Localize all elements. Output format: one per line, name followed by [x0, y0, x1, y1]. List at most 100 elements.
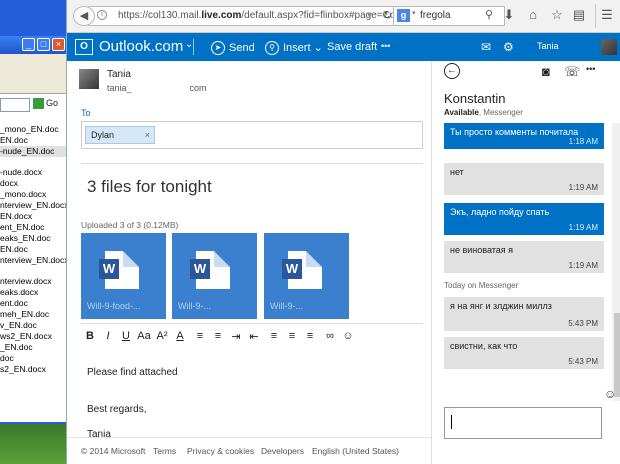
- explorer-address-field[interactable]: [0, 98, 30, 112]
- messaging-icon[interactable]: ✉: [481, 40, 491, 54]
- file-item[interactable]: eaks_EN.doc: [0, 233, 66, 244]
- sender-name: Tania: [107, 69, 131, 80]
- outlook-logo-icon[interactable]: O: [75, 39, 93, 55]
- to-field[interactable]: Dylan ×: [81, 121, 423, 149]
- minimize-icon[interactable]: _: [22, 38, 35, 51]
- message-bubble: Ты просто комменты почитала 1:18 AM: [444, 123, 604, 149]
- align-right-button[interactable]: ≡: [301, 330, 319, 342]
- file-item[interactable]: docx: [0, 178, 66, 189]
- indent-button[interactable]: ⇥: [227, 330, 245, 343]
- file-item[interactable]: meh_EN.doc: [0, 309, 66, 320]
- gear-icon[interactable]: ⚙: [503, 40, 514, 54]
- attachment-name: Will-9-...: [178, 301, 211, 311]
- body-line[interactable]: Please find attached: [87, 367, 178, 378]
- file-item[interactable]: _EN.doc: [0, 342, 66, 353]
- url-prefix: https://col130.mail.: [118, 10, 202, 21]
- privacy-link[interactable]: Privacy & cookies: [187, 446, 254, 456]
- google-icon[interactable]: g: [397, 9, 410, 22]
- file-item[interactable]: s2_EN.docx: [0, 364, 66, 375]
- reading-list-icon[interactable]: ▤: [571, 7, 587, 23]
- go-arrow-icon: [33, 98, 44, 110]
- more-options-icon[interactable]: •••: [586, 64, 595, 74]
- superscript-button[interactable]: A²: [153, 330, 171, 342]
- home-icon[interactable]: ⌂: [525, 7, 541, 22]
- file-item[interactable]: ent.doc: [0, 298, 66, 309]
- body-line[interactable]: Tania: [87, 429, 111, 437]
- maximize-icon[interactable]: □: [37, 38, 50, 51]
- copyright-text: © 2014 Microsoft: [81, 446, 146, 456]
- align-center-button[interactable]: ≡: [283, 330, 301, 342]
- download-icon[interactable]: ⬇: [501, 7, 517, 23]
- font-size-button[interactable]: Aa: [135, 330, 153, 342]
- go-button[interactable]: Go: [33, 98, 58, 110]
- file-item[interactable]: EN.doc: [0, 135, 66, 146]
- to-label: To: [81, 108, 91, 118]
- font-color-button[interactable]: A: [171, 330, 189, 342]
- attachment-tile[interactable]: W Will-9-...: [172, 233, 257, 319]
- phone-call-icon[interactable]: ☏: [564, 64, 580, 80]
- emoticon-button[interactable]: ☺: [339, 330, 357, 342]
- file-item[interactable]: EN.doc: [0, 244, 66, 255]
- developers-link[interactable]: Developers: [261, 446, 304, 456]
- file-item[interactable]: EN.docx: [0, 211, 66, 222]
- url-dropdown-icon[interactable]: ▾: [367, 6, 377, 26]
- language-link[interactable]: English (United States): [312, 446, 399, 456]
- close-icon[interactable]: ×: [52, 38, 65, 51]
- file-item[interactable]: nterview_EN.docx: [0, 255, 66, 266]
- formatting-divider: [81, 323, 423, 324]
- more-options-button[interactable]: •••: [381, 41, 390, 51]
- user-name[interactable]: Tania: [537, 41, 559, 51]
- body-line[interactable]: Best regards,: [87, 404, 146, 415]
- toolbar-divider: [595, 4, 596, 28]
- search-icon[interactable]: ⚲: [485, 8, 493, 21]
- file-item[interactable]: doc: [0, 353, 66, 364]
- align-left-button[interactable]: ≡: [265, 330, 283, 342]
- attachment-tile[interactable]: W Will-9-food-...: [81, 233, 166, 319]
- file-item[interactable]: -nude.docx: [0, 167, 66, 178]
- word-icon: W: [190, 259, 210, 279]
- attachment-tile[interactable]: W Will-9-...: [264, 233, 349, 319]
- word-icon: W: [282, 259, 302, 279]
- user-avatar[interactable]: [601, 39, 617, 55]
- save-draft-button[interactable]: Save draft: [327, 41, 377, 53]
- chat-message-input[interactable]: [444, 407, 602, 439]
- link-button[interactable]: ∞: [321, 330, 339, 342]
- search-engine-dropdown-icon[interactable]: ▾: [412, 9, 416, 17]
- scrollbar-thumb[interactable]: [614, 313, 620, 397]
- emoticon-icon[interactable]: ☺: [604, 387, 616, 401]
- explorer-toolbar: [0, 54, 66, 94]
- bookmark-star-icon[interactable]: ☆: [549, 7, 565, 23]
- file-item[interactable]: eaks.docx: [0, 287, 66, 298]
- file-item[interactable]: _mono_EN.doc: [0, 124, 66, 135]
- send-button[interactable]: ➤ Send: [211, 41, 255, 55]
- italic-button[interactable]: I: [99, 330, 117, 342]
- back-arrow-icon[interactable]: ◀: [73, 6, 95, 26]
- recipient-chip[interactable]: Dylan ×: [85, 126, 155, 144]
- file-item[interactable]: -nude_EN.doc: [0, 146, 66, 157]
- file-item[interactable]: _mono.docx: [0, 189, 66, 200]
- file-item[interactable]: nterview_EN.docx: [0, 200, 66, 211]
- file-item[interactable]: ws2_EN.docx: [0, 331, 66, 342]
- file-item[interactable]: nterview.docx: [0, 276, 66, 287]
- url-bar[interactable]: https://col130.mail.live.com/default.asp…: [87, 6, 407, 26]
- insert-button[interactable]: ⚲ Insert ⌄: [265, 41, 323, 56]
- chat-scrollbar[interactable]: [612, 123, 620, 401]
- remove-recipient-icon[interactable]: ×: [145, 127, 150, 143]
- bold-button[interactable]: B: [81, 330, 99, 342]
- attach-icon: ⚲: [265, 41, 279, 56]
- numbered-list-button[interactable]: ≡: [191, 330, 209, 342]
- file-item[interactable]: ent_EN.doc: [0, 222, 66, 233]
- subject-field[interactable]: 3 files for tonight: [87, 177, 212, 197]
- video-call-icon[interactable]: ◙: [542, 64, 550, 79]
- file-item[interactable]: v_EN.doc: [0, 320, 66, 331]
- reload-icon[interactable]: ↻: [383, 6, 392, 26]
- terms-link[interactable]: Terms: [153, 446, 176, 456]
- bullet-list-button[interactable]: ≡: [209, 330, 227, 342]
- back-arrow-icon[interactable]: ←: [444, 63, 460, 79]
- site-info-icon[interactable]: i: [97, 10, 107, 20]
- menu-icon[interactable]: ☰: [599, 7, 615, 23]
- outlook-title[interactable]: Outlook.com: [99, 38, 183, 55]
- message-bubble: Экъ, ладно пойду спать 1:19 AM: [444, 203, 604, 235]
- underline-button[interactable]: U: [117, 330, 135, 342]
- outdent-button[interactable]: ⇤: [245, 330, 263, 343]
